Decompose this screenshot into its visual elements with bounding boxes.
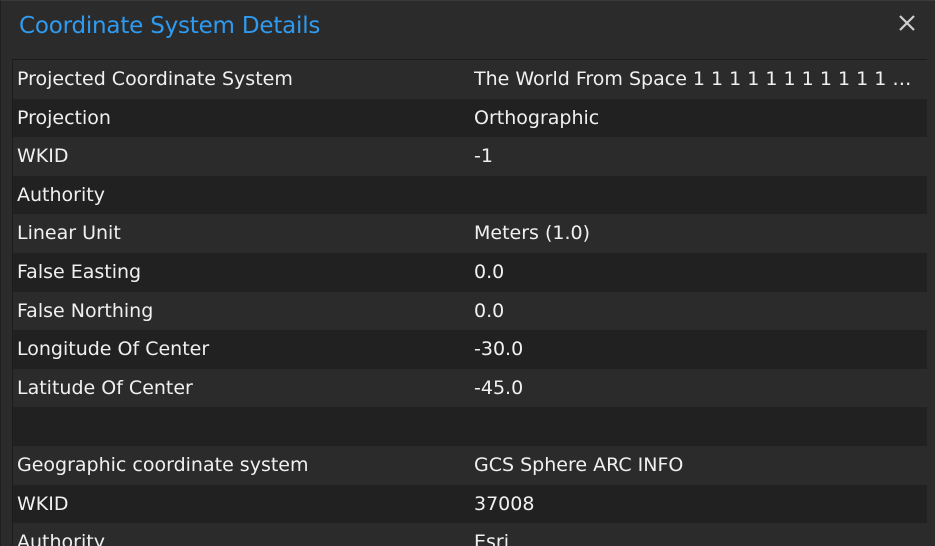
row-label: Geographic coordinate system bbox=[17, 453, 309, 476]
close-icon bbox=[899, 15, 915, 31]
table-row: Longitude Of Center -30.0 bbox=[13, 330, 929, 369]
title-bar: Coordinate System Details bbox=[1, 1, 935, 59]
row-label: Authority bbox=[17, 183, 105, 206]
table-row: Projected Coordinate System The World Fr… bbox=[13, 60, 929, 99]
table-row: False Easting 0.0 bbox=[13, 252, 929, 292]
row-value: Meters (1.0) bbox=[474, 222, 591, 245]
row-label: WKID bbox=[17, 492, 69, 515]
table-row: Latitude Of Center -45.0 bbox=[13, 368, 929, 408]
row-label bbox=[17, 407, 457, 446]
row-value: Orthographic bbox=[474, 106, 600, 129]
table-row: Authority bbox=[13, 175, 929, 215]
row-label: False Northing bbox=[17, 299, 154, 322]
row-value: 37008 bbox=[474, 492, 535, 515]
coordinate-system-details-dialog: Coordinate System Details Projected Coor… bbox=[0, 0, 935, 546]
table-row bbox=[13, 407, 929, 446]
row-label: Projected Coordinate System bbox=[17, 68, 293, 90]
row-value: 0.0 bbox=[474, 299, 505, 322]
row-label: Linear Unit bbox=[17, 222, 121, 245]
table-row: WKID -1 bbox=[13, 137, 929, 176]
table-row: Linear Unit Meters (1.0) bbox=[13, 214, 929, 253]
row-value: -1 bbox=[474, 145, 493, 168]
row-value bbox=[474, 176, 914, 215]
dialog-title: Coordinate System Details bbox=[19, 13, 321, 39]
row-label: Authority bbox=[17, 531, 105, 546]
table-row: Geographic coordinate system GCS Sphere … bbox=[13, 445, 929, 485]
table-row: Projection Orthographic bbox=[13, 98, 929, 138]
row-value: -45.0 bbox=[474, 376, 524, 399]
row-label: WKID bbox=[17, 145, 69, 168]
close-button[interactable] bbox=[894, 10, 920, 36]
details-table: Projected Coordinate System The World Fr… bbox=[12, 59, 929, 546]
row-value: -30.0 bbox=[474, 338, 524, 361]
scroll-edge bbox=[927, 59, 935, 546]
row-label: Latitude Of Center bbox=[17, 376, 193, 399]
table-row: False Northing 0.0 bbox=[13, 291, 929, 331]
row-value: Esri bbox=[474, 531, 509, 546]
table-row: Authority Esri bbox=[13, 523, 929, 546]
row-label: False Easting bbox=[17, 260, 142, 283]
row-value: GCS Sphere ARC INFO bbox=[474, 453, 684, 476]
row-value: 0.0 bbox=[474, 260, 505, 283]
table-row: WKID 37008 bbox=[13, 484, 929, 524]
row-value: The World From Space 1 1 1 1 1 1 1 1 1 1… bbox=[474, 68, 914, 90]
row-label: Longitude Of Center bbox=[17, 338, 210, 361]
row-label: Projection bbox=[17, 106, 111, 129]
row-value bbox=[474, 407, 914, 446]
